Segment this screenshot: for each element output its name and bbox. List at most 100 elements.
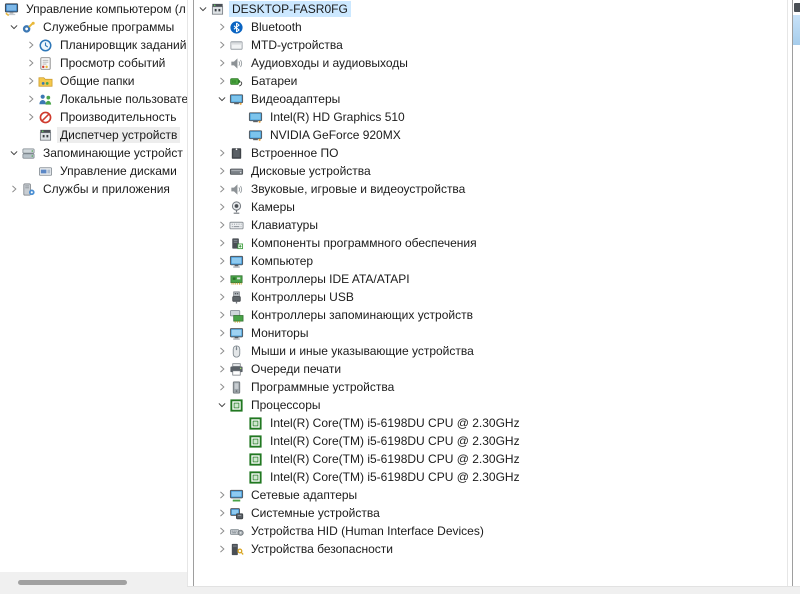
tree-item[interactable]: Intel(R) Core(TM) i5-6198DU CPU @ 2.30GH…	[234, 450, 787, 468]
tree-item[interactable]: Служебные программы	[7, 18, 187, 36]
chevron-right-icon[interactable]	[215, 235, 228, 251]
chevron-down-icon[interactable]	[7, 145, 20, 161]
chevron-right-icon[interactable]	[215, 145, 228, 161]
tree-item[interactable]: Устройства безопасности	[215, 540, 787, 558]
chevron-right-icon[interactable]	[215, 73, 228, 89]
chevron-right-icon[interactable]	[215, 181, 228, 197]
tree-item-label[interactable]: Мыши и иные указывающие устройства	[248, 343, 477, 359]
tree-item-label[interactable]: Intel(R) Core(TM) i5-6198DU CPU @ 2.30GH…	[267, 451, 523, 467]
tree-item[interactable]: NVIDIA GeForce 920MX	[234, 126, 787, 144]
tree-item-label[interactable]: Аудиовходы и аудиовыходы	[248, 55, 411, 71]
chevron-right-icon[interactable]	[215, 289, 228, 305]
tree-item[interactable]: Intel(R) Core(TM) i5-6198DU CPU @ 2.30GH…	[234, 414, 787, 432]
tree-item[interactable]: Мониторы	[215, 324, 787, 342]
tree-item[interactable]: Компьютер	[215, 252, 787, 270]
chevron-right-icon[interactable]	[215, 253, 228, 269]
tree-item-label[interactable]: Производительность	[57, 109, 179, 125]
tree-item-label[interactable]: Служебные программы	[40, 19, 177, 35]
tree-item[interactable]: Службы и приложения	[7, 180, 187, 198]
tree-item[interactable]: Дисковые устройства	[215, 162, 787, 180]
chevron-right-icon[interactable]	[215, 541, 228, 557]
tree-item[interactable]: Управление дисками	[24, 162, 187, 180]
tree-item-label[interactable]: Управление компьютером (л	[23, 1, 187, 17]
tree-item-label[interactable]: Запоминающие устройст	[40, 145, 186, 161]
scrollbar-thumb[interactable]	[18, 580, 127, 585]
tree-item[interactable]: Программные устройства	[215, 378, 787, 396]
chevron-right-icon[interactable]	[215, 523, 228, 539]
tree-item[interactable]: Компоненты программного обеспечения	[215, 234, 787, 252]
tree-item[interactable]: Процессоры	[215, 396, 787, 414]
tree-item-label[interactable]: NVIDIA GeForce 920MX	[267, 127, 404, 143]
chevron-right-icon[interactable]	[215, 55, 228, 71]
tree-item[interactable]: Камеры	[215, 198, 787, 216]
horizontal-scrollbar[interactable]	[0, 572, 187, 594]
chevron-right-icon[interactable]	[215, 217, 228, 233]
chevron-right-icon[interactable]	[24, 91, 37, 107]
tree-item[interactable]: MTD-устройства	[215, 36, 787, 54]
tree-item-label[interactable]: Контроллеры запоминающих устройств	[248, 307, 476, 323]
tree-item[interactable]: Клавиатуры	[215, 216, 787, 234]
tree-item[interactable]: Управление компьютером (л	[0, 0, 187, 18]
tree-item[interactable]: Планировщик заданий	[24, 36, 187, 54]
tree-item[interactable]: Сетевые адаптеры	[215, 486, 787, 504]
chevron-right-icon[interactable]	[215, 19, 228, 35]
chevron-right-icon[interactable]	[24, 55, 37, 71]
tree-item-label[interactable]: Камеры	[248, 199, 298, 215]
tree-item[interactable]: Intel(R) HD Graphics 510	[234, 108, 787, 126]
tree-item[interactable]: Аудиовходы и аудиовыходы	[215, 54, 787, 72]
chevron-down-icon[interactable]	[215, 397, 228, 413]
tree-item-label[interactable]: Контроллеры IDE ATA/ATAPI	[248, 271, 413, 287]
tree-item-label[interactable]: Устройства HID (Human Interface Devices)	[248, 523, 487, 539]
tree-item[interactable]: Intel(R) Core(TM) i5-6198DU CPU @ 2.30GH…	[234, 468, 787, 486]
tree-item-label[interactable]: Встроенное ПО	[248, 145, 341, 161]
tree-item-label[interactable]: Планировщик заданий	[57, 37, 187, 53]
chevron-down-icon[interactable]	[7, 19, 20, 35]
tree-item[interactable]: Общие папки	[24, 72, 187, 90]
tree-item[interactable]: Очереди печати	[215, 360, 787, 378]
tree-item[interactable]: Локальные пользовате	[24, 90, 187, 108]
tree-item-label[interactable]: Управление дисками	[57, 163, 180, 179]
tree-item-label[interactable]: Мониторы	[248, 325, 311, 341]
tree-item[interactable]: Запоминающие устройст	[7, 144, 187, 162]
chevron-right-icon[interactable]	[215, 199, 228, 215]
chevron-right-icon[interactable]	[215, 343, 228, 359]
chevron-right-icon[interactable]	[24, 37, 37, 53]
tree-item[interactable]: Bluetooth	[215, 18, 787, 36]
pane-splitter[interactable]	[193, 0, 194, 594]
tree-item-label[interactable]: Системные устройства	[248, 505, 383, 521]
chevron-right-icon[interactable]	[215, 487, 228, 503]
chevron-right-icon[interactable]	[215, 361, 228, 377]
chevron-right-icon[interactable]	[24, 109, 37, 125]
tree-item-label[interactable]: Клавиатуры	[248, 217, 321, 233]
tree-item-label[interactable]: Звуковые, игровые и видеоустройства	[248, 181, 468, 197]
tree-item-label[interactable]: Батареи	[248, 73, 300, 89]
chevron-right-icon[interactable]	[215, 163, 228, 179]
tree-item-label[interactable]: Контроллеры USB	[248, 289, 357, 305]
chevron-right-icon[interactable]	[215, 37, 228, 53]
tree-item-label[interactable]: Intel(R) HD Graphics 510	[267, 109, 408, 125]
chevron-down-icon[interactable]	[196, 1, 209, 17]
chevron-right-icon[interactable]	[215, 325, 228, 341]
tree-item-label[interactable]: Intel(R) Core(TM) i5-6198DU CPU @ 2.30GH…	[267, 415, 523, 431]
tree-item[interactable]: Intel(R) Core(TM) i5-6198DU CPU @ 2.30GH…	[234, 432, 787, 450]
tree-item-label[interactable]: Локальные пользовате	[57, 91, 187, 107]
tree-item-label[interactable]: Сетевые адаптеры	[248, 487, 360, 503]
tree-item[interactable]: Контроллеры запоминающих устройств	[215, 306, 787, 324]
tree-item-label[interactable]: Компоненты программного обеспечения	[248, 235, 480, 251]
chevron-right-icon[interactable]	[215, 505, 228, 521]
tree-item-label[interactable]: DESKTOP-FASR0FG	[229, 1, 351, 17]
chevron-right-icon[interactable]	[215, 271, 228, 287]
tree-item[interactable]: DESKTOP-FASR0FG	[196, 0, 787, 18]
tree-item-label[interactable]: Intel(R) Core(TM) i5-6198DU CPU @ 2.30GH…	[267, 469, 523, 485]
tree-item-label[interactable]: Просмотр событий	[57, 55, 168, 71]
tree-item[interactable]: Встроенное ПО	[215, 144, 787, 162]
tree-item[interactable]: Батареи	[215, 72, 787, 90]
tree-item-label[interactable]: Очереди печати	[248, 361, 344, 377]
tree-item-label[interactable]: Видеоадаптеры	[248, 91, 343, 107]
chevron-right-icon[interactable]	[24, 73, 37, 89]
tree-item-label[interactable]: Процессоры	[248, 397, 324, 413]
chevron-down-icon[interactable]	[215, 91, 228, 107]
tree-item-label[interactable]: Устройства безопасности	[248, 541, 396, 557]
tree-item[interactable]: Видеоадаптеры	[215, 90, 787, 108]
tree-item-label[interactable]: Общие папки	[57, 73, 137, 89]
